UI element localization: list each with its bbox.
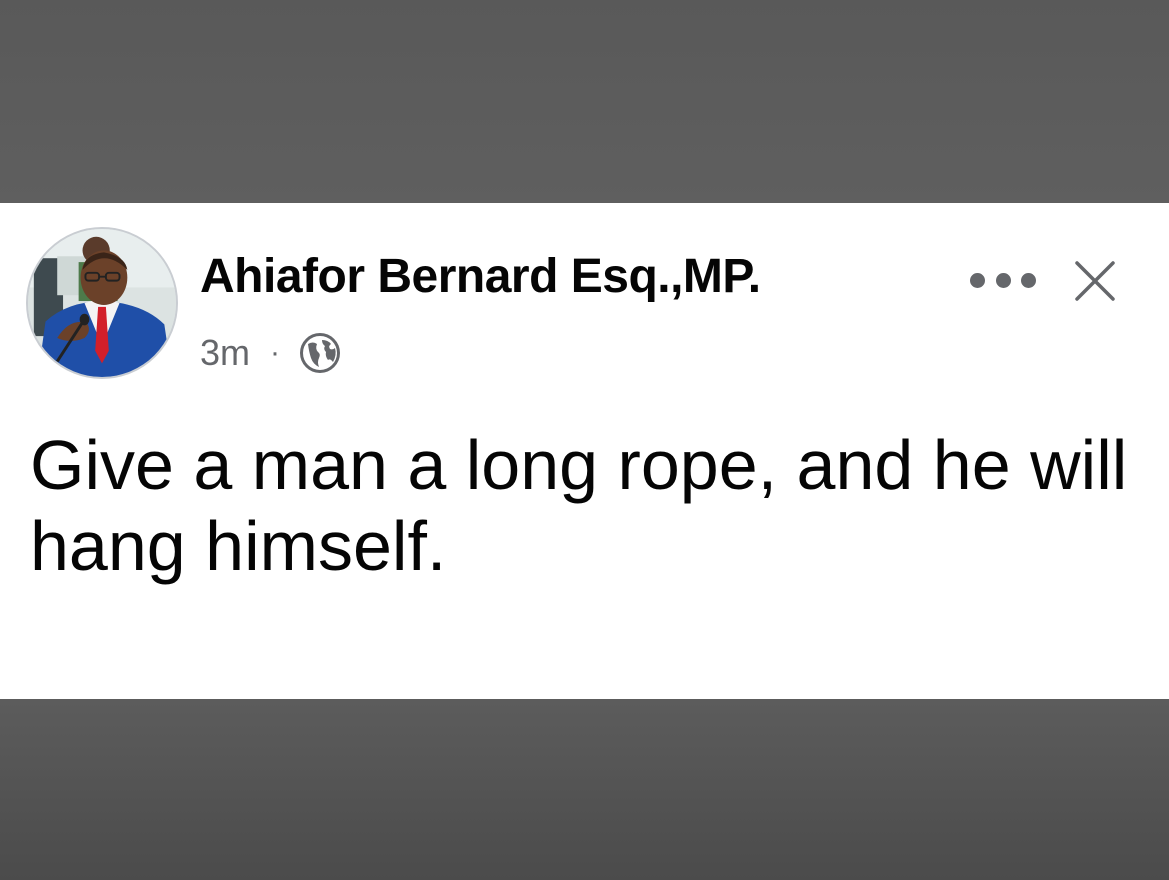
close-button[interactable] bbox=[1072, 258, 1118, 304]
meta-separator: · bbox=[270, 336, 281, 369]
post-text: Give a man a long rope, and he will hang… bbox=[30, 426, 1128, 586]
avatar-photo bbox=[28, 229, 176, 377]
post-card: Ahiafor Bernard Esq.,MP. 3m · Give a man… bbox=[0, 203, 1169, 699]
more-options-icon-dot bbox=[995, 272, 1011, 288]
background-bottom bbox=[0, 699, 1169, 880]
post-meta: 3m · bbox=[200, 330, 342, 376]
author-name[interactable]: Ahiafor Bernard Esq.,MP. bbox=[200, 253, 761, 301]
globe-icon[interactable] bbox=[298, 331, 342, 375]
avatar[interactable] bbox=[26, 227, 178, 379]
background-top bbox=[0, 0, 1169, 203]
more-options-button[interactable] bbox=[970, 263, 1036, 297]
more-options-icon-dot bbox=[1021, 272, 1036, 288]
more-options-icon bbox=[970, 272, 985, 288]
post-timestamp[interactable]: 3m bbox=[200, 335, 250, 371]
close-icon bbox=[1075, 261, 1115, 301]
